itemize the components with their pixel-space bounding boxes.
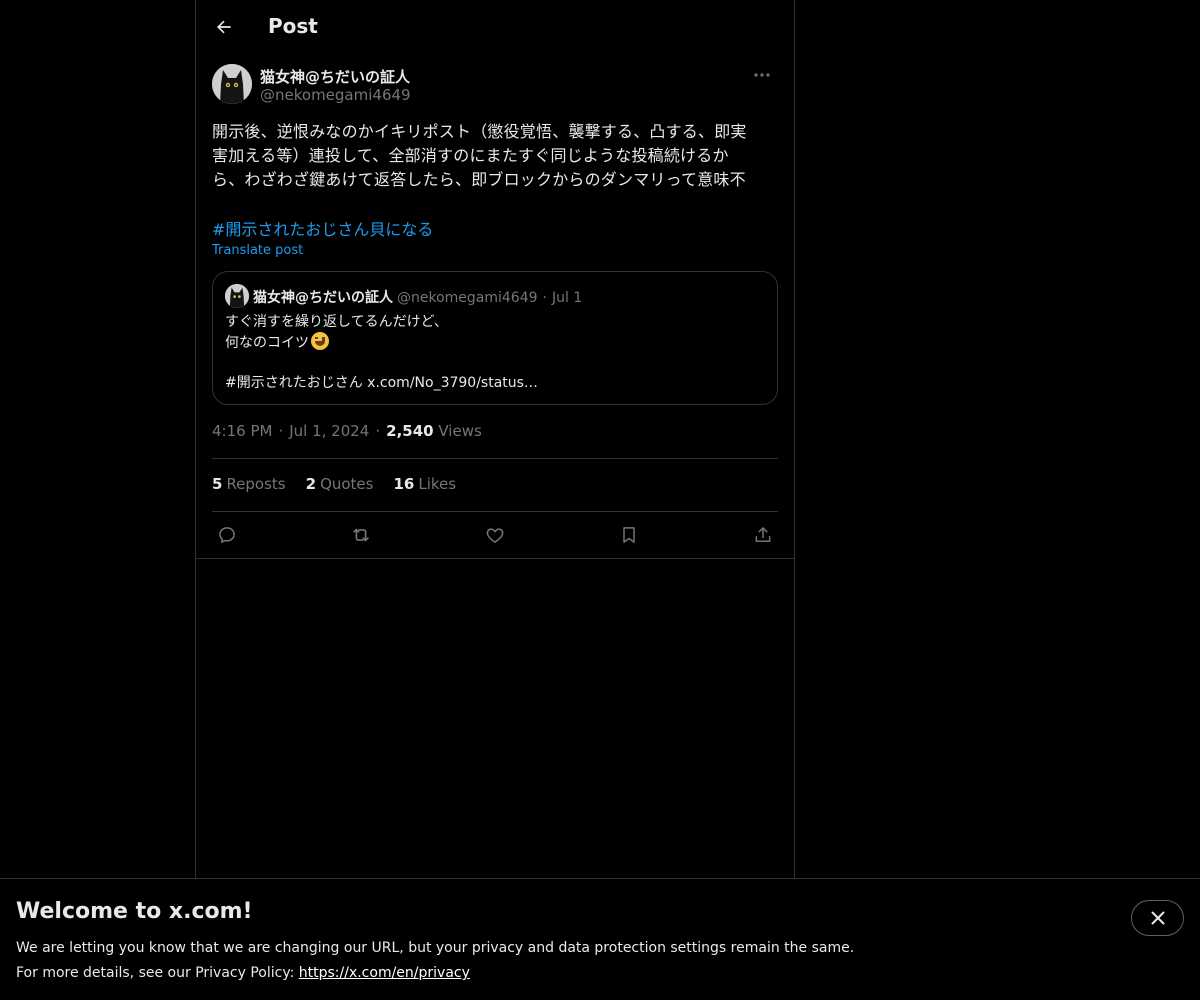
main-column: Post 猫女神@ちだいの証人 @nekomegami4649 開示後、逆恨みな… — [195, 0, 795, 880]
quotes-stat[interactable]: 2 Quotes — [306, 475, 374, 493]
post-date[interactable]: Jul 1, 2024 — [289, 422, 369, 440]
avatar[interactable] — [212, 64, 252, 104]
welcome-banner: Welcome to x.com! We are letting you kno… — [0, 878, 1200, 1000]
quotes-label: Quotes — [320, 475, 374, 493]
quote-text-line: すぐ消すを繰り返してるんだけど、 — [225, 314, 448, 330]
likes-count: 16 — [393, 475, 415, 493]
quote-author-name: 猫女神@ちだいの証人 — [253, 290, 393, 306]
share-button[interactable] — [748, 520, 778, 550]
bookmark-icon — [623, 527, 635, 543]
reposts-count: 5 — [212, 475, 223, 493]
banner-text: We are letting you know that we are chan… — [16, 936, 854, 986]
views-count: 2,540 — [386, 422, 434, 440]
divider — [212, 458, 778, 459]
more-button[interactable] — [746, 64, 778, 86]
divider — [196, 558, 794, 559]
privacy-policy-link[interactable]: https://x.com/en/privacy — [299, 965, 470, 981]
divider — [212, 511, 778, 512]
like-icon — [486, 528, 504, 543]
author-name[interactable]: 猫女神@ちだいの証人 — [260, 66, 410, 87]
more-horizontal-icon — [754, 73, 770, 77]
translate-post-link[interactable]: Translate post — [212, 243, 303, 258]
reposts-label: Reposts — [226, 475, 286, 493]
cat-avatar-icon — [212, 64, 252, 104]
repost-icon — [353, 528, 369, 542]
banner-line: We are letting you know that we are chan… — [16, 940, 855, 956]
timestamp-separator: · — [278, 422, 284, 440]
page-title: Post — [268, 14, 318, 38]
quoted-post[interactable]: 猫女神@ちだいの証人 @nekomegami4649 · Jul 1 すぐ消すを繰り返… — [212, 271, 778, 405]
bookmark-button[interactable] — [614, 520, 644, 550]
page-header: Post — [196, 0, 794, 54]
banner-line-prefix: For more details, see our Privacy Policy… — [16, 965, 299, 981]
likes-stat[interactable]: 16 Likes — [393, 475, 456, 493]
banner-title: Welcome to x.com! — [16, 899, 253, 924]
post-text: 開示後、逆恨みなのかイキリポスト（懲役覚悟、襲撃する、凸する、即実 害加える等）… — [212, 120, 778, 192]
reply-button[interactable] — [212, 520, 242, 550]
quotes-count: 2 — [305, 475, 317, 493]
post-actions — [212, 520, 778, 550]
quote-text-line — [225, 353, 538, 373]
banner-close-button[interactable] — [1131, 900, 1184, 936]
post-text-line: 害加える等）連投して、全部消すのにまたすぐ同じような投稿続けるか — [212, 146, 729, 165]
timestamp-separator: · — [375, 422, 381, 440]
post-author: 猫女神@ちだいの証人 @nekomegami4649 — [212, 64, 778, 108]
quote-author-handle: @nekomegami4649 — [397, 290, 538, 306]
likes-label: Likes — [418, 475, 457, 493]
quote-text: すぐ消すを繰り返してるんだけど、 何なのコイツ #開示されたおじさん x.com… — [225, 312, 538, 393]
reply-icon — [219, 527, 235, 543]
post-time[interactable]: 4:16 PM — [212, 422, 272, 440]
views-label: Views — [438, 422, 482, 440]
quote-separator: · — [542, 290, 547, 306]
hashtag-link[interactable]: #開示されたおじさん貝になる — [212, 216, 433, 240]
post-text-line: 開示後、逆恨みなのかイキリポスト（懲役覚悟、襲撃する、凸する、即実 — [212, 122, 747, 141]
grinning-sweat-emoji-icon — [311, 332, 329, 350]
banner-line: For more details, see our Privacy Policy… — [16, 961, 854, 986]
share-icon — [755, 527, 771, 542]
post-timestamp: 4:16 PM · Jul 1, 2024 · 2,540 Views — [212, 422, 482, 440]
post-text-line: ら、わざわざ鍵あけて返答したら、即ブロックからのダンマリって意味不 — [212, 170, 746, 189]
arrow-left-icon — [217, 20, 231, 34]
quote-meta: 猫女神@ちだいの証人 @nekomegami4649 · Jul 1 — [253, 287, 582, 307]
author-handle[interactable]: @nekomegami4649 — [260, 86, 411, 104]
quote-avatar[interactable] — [225, 284, 249, 308]
cat-avatar-icon — [225, 284, 249, 308]
quote-text-fragment: 何なのコイツ — [225, 335, 309, 351]
repost-button[interactable] — [346, 520, 376, 550]
like-button[interactable] — [480, 520, 510, 550]
back-button[interactable] — [208, 11, 240, 43]
close-icon — [1151, 911, 1164, 925]
post-stats: 5 Reposts 2 Quotes 16 Likes — [212, 475, 456, 493]
quote-text-line: 何なのコイツ — [225, 332, 538, 353]
quote-text-line: #開示されたおじさん x.com/No_3790/status… — [225, 375, 538, 391]
reposts-stat[interactable]: 5 Reposts — [212, 475, 286, 493]
quote-date: Jul 1 — [552, 290, 583, 306]
